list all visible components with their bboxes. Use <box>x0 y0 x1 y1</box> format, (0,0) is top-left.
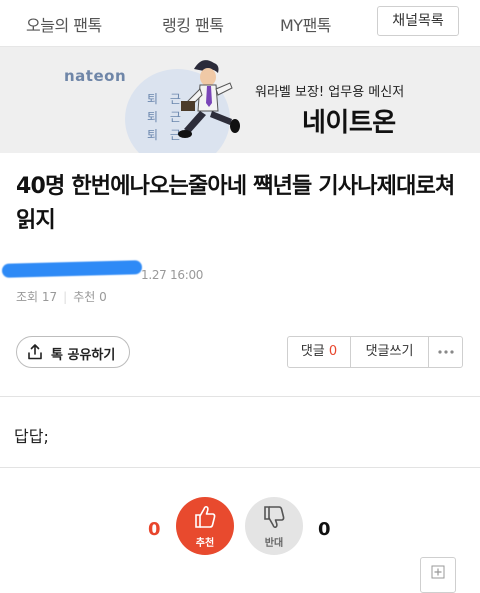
channel-list-button[interactable]: 채널목록 <box>377 6 459 36</box>
comments-count: 0 <box>328 344 338 359</box>
ad-banner[interactable]: nateon 퇴 근 퇴 근 퇴 근 워라벨 보장! 업무용 메신저 네이트온 <box>0 47 480 153</box>
thumbs-up-icon <box>195 505 216 528</box>
comment-actions: 댓글 0 댓글쓰기 <box>287 336 463 368</box>
stats-divider: | <box>63 290 68 304</box>
banner-logo: nateon <box>64 67 127 85</box>
tab-my[interactable]: MY팬톡 <box>280 12 332 36</box>
share-label: 톡 공유하기 <box>51 348 116 363</box>
oppose-label: 반대 <box>264 538 284 549</box>
share-button[interactable]: 톡 공유하기 <box>16 336 130 368</box>
banner-subtitle: 워라벨 보장! 업무용 메신저 <box>255 85 405 100</box>
post-body: 답답; <box>14 427 49 446</box>
share-upload-icon <box>28 344 42 360</box>
recommend-label: 추천 <box>195 538 215 549</box>
plus-icon <box>431 565 445 579</box>
top-nav: 오늘의 팬톡 랭킹 팬톡 MY팬톡 채널목록 <box>0 0 480 47</box>
recommend-button[interactable]: 추천 <box>176 497 234 555</box>
redacted-author <box>1 260 143 278</box>
tab-today[interactable]: 오늘의 팬톡 <box>26 12 102 36</box>
write-comment-button[interactable]: 댓글쓰기 <box>351 337 429 367</box>
more-button[interactable] <box>429 337 462 367</box>
divider-top <box>0 396 480 397</box>
recommend-count: 추천 0 <box>73 290 107 304</box>
post-stats: 조회 17 | 추천 0 <box>16 288 107 305</box>
recommend-vote-count: 0 <box>148 519 161 540</box>
post-title: 40명 한번에나오는줄아네 쨱년들 기사나제대로쳐 읽지 <box>16 174 455 233</box>
divider-bottom <box>0 467 480 468</box>
thumbs-down-icon <box>264 506 285 529</box>
banner-brand: 네이트온 <box>302 108 396 138</box>
comments-button[interactable]: 댓글 0 <box>288 337 351 367</box>
floating-plus-button[interactable] <box>420 557 456 593</box>
view-count: 조회 17 <box>16 290 58 304</box>
tab-ranking[interactable]: 랭킹 팬톡 <box>162 12 224 36</box>
running-man-illustration <box>178 60 240 138</box>
oppose-vote-count: 0 <box>318 519 331 540</box>
comments-label: 댓글 <box>300 344 325 359</box>
oppose-button[interactable]: 반대 <box>245 497 303 555</box>
post-date: 1.27 16:00 <box>141 268 204 282</box>
more-dots-icon <box>437 350 454 354</box>
